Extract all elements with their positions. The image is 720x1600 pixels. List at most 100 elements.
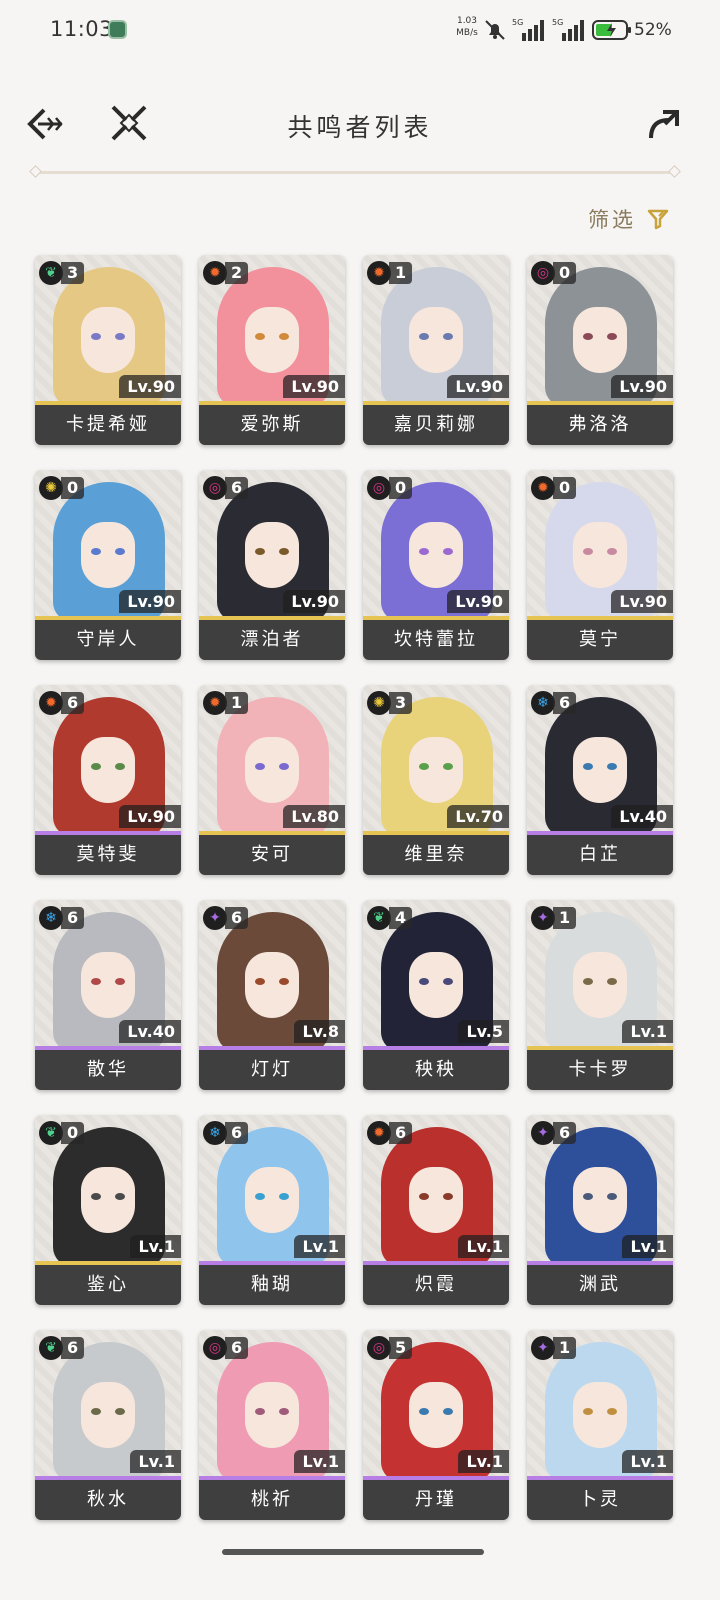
resonator-card[interactable]: ✹ 1 Lv.90 嘉贝莉娜 (363, 255, 509, 445)
portrait-eye-left (91, 763, 101, 770)
resonator-card[interactable]: ❦ 3 Lv.90 卡提希娅 (35, 255, 181, 445)
sequence-badge: ❄ 6 (39, 906, 85, 930)
resonator-name: 卡提希娅 (35, 405, 181, 445)
resonator-card[interactable]: ✺ 3 Lv.70 维里奈 (363, 685, 509, 875)
resonator-name: 坎特蕾拉 (363, 620, 509, 660)
sequence-badge: ✹ 6 (367, 1121, 413, 1145)
resonator-card[interactable]: ✹ 6 Lv.1 炽霞 (363, 1115, 509, 1305)
portrait-eye-left (91, 548, 101, 555)
level-label: Lv.40 (611, 805, 673, 828)
portrait-eye-left (91, 333, 101, 340)
sequence-count: 5 (389, 1337, 413, 1359)
resonator-portrait: ❦ 6 Lv.1 (35, 1330, 181, 1478)
resonator-portrait: ❦ 0 Lv.1 (35, 1115, 181, 1263)
sequence-count: 6 (61, 1337, 85, 1359)
aero-element-icon: ❦ (367, 906, 391, 930)
resonator-card[interactable]: ❄ 6 Lv.40 散华 (35, 900, 181, 1090)
portrait-face (573, 1167, 627, 1233)
resonator-portrait: ✹ 6 Lv.90 (35, 685, 181, 833)
resonator-card[interactable]: ✦ 6 Lv.8 灯灯 (199, 900, 345, 1090)
sequence-badge: ❦ 0 (39, 1121, 85, 1145)
resonator-card[interactable]: ❄ 6 Lv.1 釉瑚 (199, 1115, 345, 1305)
portrait-eye-left (255, 548, 265, 555)
level-label: Lv.1 (294, 1450, 345, 1473)
glacio-element-icon: ❄ (39, 906, 63, 930)
portrait-face (245, 1382, 299, 1448)
resonator-portrait: ✹ 0 Lv.90 (527, 470, 673, 618)
sequence-count: 6 (225, 1337, 249, 1359)
portrait-eye-right (279, 333, 289, 340)
portrait-face (573, 737, 627, 803)
resonator-card[interactable]: ◎ 6 Lv.1 桃祈 (199, 1330, 345, 1520)
sequence-badge: ✹ 2 (203, 261, 249, 285)
portrait-face (81, 307, 135, 373)
fusion-element-icon: ✹ (39, 691, 63, 715)
resonator-card[interactable]: ✦ 6 Lv.1 渊武 (527, 1115, 673, 1305)
fusion-element-icon: ✹ (531, 476, 555, 500)
resonator-card[interactable]: ✦ 1 Lv.1 卜灵 (527, 1330, 673, 1520)
sequence-badge: ✺ 0 (39, 476, 85, 500)
resonator-name: 炽霞 (363, 1265, 509, 1305)
sequence-count: 6 (553, 692, 577, 714)
resonator-card[interactable]: ❦ 6 Lv.1 秋水 (35, 1330, 181, 1520)
level-label: Lv.90 (283, 375, 345, 398)
resonator-card[interactable]: ◎ 6 Lv.90 漂泊者 (199, 470, 345, 660)
resonator-portrait: ✦ 1 Lv.1 (527, 1330, 673, 1478)
portrait-face (409, 952, 463, 1018)
level-label: Lv.5 (458, 1020, 509, 1043)
sequence-badge: ◎ 6 (203, 476, 249, 500)
resonator-card[interactable]: ❦ 0 Lv.1 鉴心 (35, 1115, 181, 1305)
share-icon[interactable] (645, 106, 681, 142)
resonator-card[interactable]: ✦ 1 Lv.1 卡卡罗 (527, 900, 673, 1090)
resonator-portrait: ✹ 1 Lv.80 (199, 685, 345, 833)
resonator-card[interactable]: ✹ 2 Lv.90 爱弥斯 (199, 255, 345, 445)
resonator-card[interactable]: ❦ 4 Lv.5 秧秧 (363, 900, 509, 1090)
sequence-count: 6 (225, 477, 249, 499)
filter-button[interactable]: 筛选 (588, 204, 670, 234)
portrait-face (245, 737, 299, 803)
fusion-element-icon: ✹ (367, 261, 391, 285)
resonator-card[interactable]: ❄ 6 Lv.40 白芷 (527, 685, 673, 875)
level-label: Lv.1 (130, 1450, 181, 1473)
page-header: 共鸣者列表 (0, 90, 720, 160)
battery-percent-value: 52 (634, 20, 656, 40)
havoc-element-icon: ◎ (367, 1336, 391, 1360)
sequence-count: 0 (61, 1122, 85, 1144)
home-indicator[interactable] (222, 1549, 484, 1555)
portrait-eye-left (255, 978, 265, 985)
portrait-eye-right (115, 1408, 125, 1415)
resonator-portrait: ❄ 6 Lv.1 (199, 1115, 345, 1263)
fusion-element-icon: ✹ (203, 261, 227, 285)
sequence-count: 0 (553, 477, 577, 499)
level-label: Lv.70 (447, 805, 509, 828)
resonator-name: 灯灯 (199, 1050, 345, 1090)
sequence-count: 6 (61, 907, 85, 929)
sequence-count: 3 (61, 262, 85, 284)
resonator-name: 嘉贝莉娜 (363, 405, 509, 445)
resonator-card[interactable]: ✹ 1 Lv.80 安可 (199, 685, 345, 875)
resonator-name: 渊武 (527, 1265, 673, 1305)
portrait-eye-left (583, 548, 593, 555)
resonator-card[interactable]: ◎ 0 Lv.90 坎特蕾拉 (363, 470, 509, 660)
havoc-element-icon: ◎ (367, 476, 391, 500)
level-label: Lv.1 (622, 1235, 673, 1258)
sequence-count: 0 (389, 477, 413, 499)
sequence-badge: ✹ 1 (367, 261, 413, 285)
portrait-eye-right (279, 763, 289, 770)
level-label: Lv.80 (283, 805, 345, 828)
resonator-name: 鉴心 (35, 1265, 181, 1305)
portrait-eye-right (115, 548, 125, 555)
resonator-card[interactable]: ◎ 0 Lv.90 弗洛洛 (527, 255, 673, 445)
resonator-name: 卡卡罗 (527, 1050, 673, 1090)
level-label: Lv.90 (283, 590, 345, 613)
portrait-face (81, 1382, 135, 1448)
portrait-eye-left (419, 1408, 429, 1415)
resonator-card[interactable]: ✹ 0 Lv.90 莫宁 (527, 470, 673, 660)
resonator-card[interactable]: ✺ 0 Lv.90 守岸人 (35, 470, 181, 660)
portrait-eye-right (443, 548, 453, 555)
resonator-card[interactable]: ✹ 6 Lv.90 莫特斐 (35, 685, 181, 875)
portrait-eye-right (607, 333, 617, 340)
glacio-element-icon: ❄ (203, 1121, 227, 1145)
resonator-portrait: ✦ 6 Lv.1 (527, 1115, 673, 1263)
resonator-card[interactable]: ◎ 5 Lv.1 丹瑾 (363, 1330, 509, 1520)
